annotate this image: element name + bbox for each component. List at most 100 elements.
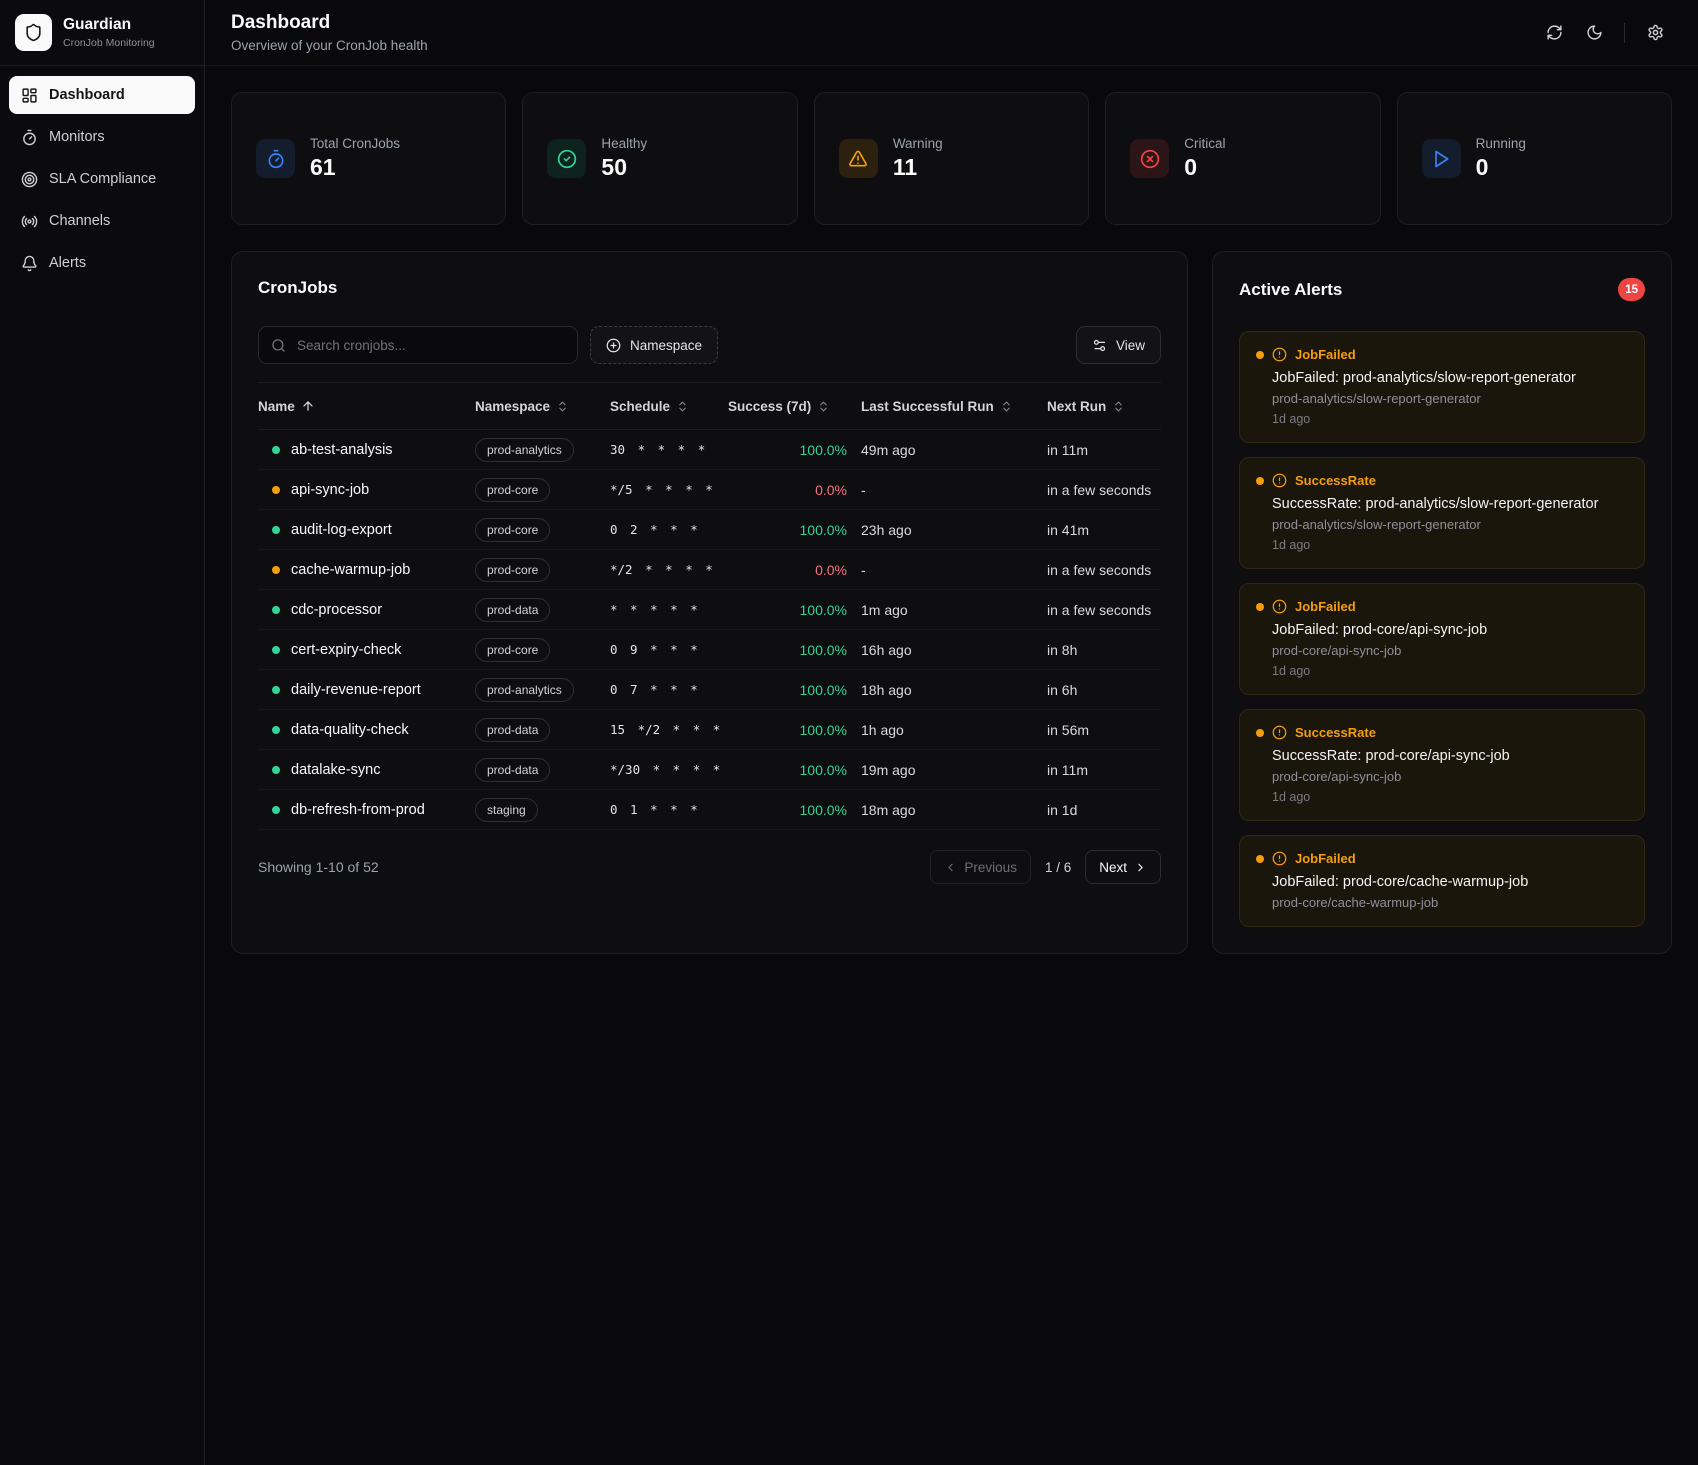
alert-type-label: JobFailed bbox=[1295, 347, 1356, 362]
last-successful-run-value: 23h ago bbox=[861, 522, 1047, 538]
last-successful-run-value: 18h ago bbox=[861, 682, 1047, 698]
alert-title: JobFailed: prod-core/api-sync-job bbox=[1272, 622, 1628, 638]
next-run-value: in a few seconds bbox=[1047, 602, 1161, 618]
table-row-cdc-processor[interactable]: cdc-processor prod-data * * * * * 100.0%… bbox=[258, 590, 1161, 630]
status-dot bbox=[272, 446, 280, 454]
column-header-name[interactable]: Name bbox=[258, 399, 475, 414]
table-row-ab-test-analysis[interactable]: ab-test-analysis prod-analytics 30 * * *… bbox=[258, 430, 1161, 470]
sidebar-item-alerts[interactable]: Alerts bbox=[9, 244, 195, 282]
last-successful-run-value: - bbox=[861, 482, 1047, 498]
sliders-icon bbox=[1092, 338, 1107, 353]
next-run-value: in 6h bbox=[1047, 682, 1161, 698]
chevron-left-icon bbox=[944, 861, 957, 874]
table-row-datalake-sync[interactable]: datalake-sync prod-data */30 * * * * 100… bbox=[258, 750, 1161, 790]
search-input[interactable] bbox=[295, 337, 565, 354]
active-alerts-panel: Active Alerts 15 JobFailed bbox=[1212, 251, 1672, 954]
schedule-value: 30 * * * * bbox=[610, 442, 728, 457]
app: Guardian CronJob Monitoring Dashboard bbox=[0, 0, 1698, 1465]
alert-card[interactable]: JobFailed JobFailed: prod-core/api-sync-… bbox=[1239, 583, 1645, 695]
stat-card-total-cronjobs: Total CronJobs 61 bbox=[231, 92, 506, 225]
alert-circle-icon bbox=[1272, 347, 1287, 362]
view-options-button[interactable]: View bbox=[1076, 326, 1161, 364]
alerts-title: Active Alerts bbox=[1239, 280, 1342, 300]
alert-card[interactable]: JobFailed JobFailed: prod-core/cache-war… bbox=[1239, 835, 1645, 927]
alert-title: SuccessRate: prod-analytics/slow-report-… bbox=[1272, 496, 1628, 512]
alert-status-dot bbox=[1256, 855, 1264, 863]
stat-label: Running bbox=[1476, 136, 1526, 151]
column-header-label: Next Run bbox=[1047, 399, 1106, 414]
column-header-label: Last Successful Run bbox=[861, 399, 994, 414]
timer-icon bbox=[266, 149, 286, 169]
content: Total CronJobs 61 bbox=[205, 66, 1698, 980]
sidebar-item-dashboard[interactable]: Dashboard bbox=[9, 76, 195, 114]
namespace-badge: prod-core bbox=[475, 518, 550, 542]
check-circle-icon bbox=[557, 149, 577, 169]
table-row-db-refresh-from-prod[interactable]: db-refresh-from-prod staging 0 1 * * * 1… bbox=[258, 790, 1161, 830]
alert-target: prod-core/api-sync-job bbox=[1272, 643, 1628, 658]
cronjob-name: cert-expiry-check bbox=[291, 642, 401, 658]
sidebar-item-label: Dashboard bbox=[49, 87, 125, 103]
last-successful-run-value: 49m ago bbox=[861, 442, 1047, 458]
stat-label: Healthy bbox=[601, 136, 647, 151]
success-rate-value: 100.0% bbox=[728, 522, 861, 538]
table-row-data-quality-check[interactable]: data-quality-check prod-data 15 */2 * * … bbox=[258, 710, 1161, 750]
schedule-value: * * * * * bbox=[610, 602, 728, 617]
success-rate-value: 100.0% bbox=[728, 682, 861, 698]
table-row-api-sync-job[interactable]: api-sync-job prod-core */5 * * * * 0.0% … bbox=[258, 470, 1161, 510]
cronjob-name: datalake-sync bbox=[291, 762, 380, 778]
table-row-daily-revenue-report[interactable]: daily-revenue-report prod-analytics 0 7 … bbox=[258, 670, 1161, 710]
table-row-cert-expiry-check[interactable]: cert-expiry-check prod-core 0 9 * * * 10… bbox=[258, 630, 1161, 670]
stats-row: Total CronJobs 61 bbox=[231, 92, 1672, 225]
alerts-header: Active Alerts 15 bbox=[1239, 278, 1645, 301]
cronjob-name: daily-revenue-report bbox=[291, 682, 421, 698]
alert-status-dot bbox=[1256, 477, 1264, 485]
alert-card[interactable]: SuccessRate SuccessRate: prod-analytics/… bbox=[1239, 457, 1645, 569]
brand-name: Guardian bbox=[63, 16, 155, 35]
gear-icon bbox=[1647, 24, 1664, 41]
last-successful-run-value: 18m ago bbox=[861, 802, 1047, 818]
table-header-row: Name Namespace bbox=[258, 383, 1161, 430]
schedule-value: 0 2 * * * bbox=[610, 522, 728, 537]
schedule-value: 0 9 * * * bbox=[610, 642, 728, 657]
settings-button[interactable] bbox=[1638, 16, 1672, 50]
alert-card[interactable]: JobFailed JobFailed: prod-analytics/slow… bbox=[1239, 331, 1645, 443]
alert-status-dot bbox=[1256, 729, 1264, 737]
sidebar-item-monitors[interactable]: Monitors bbox=[9, 118, 195, 156]
column-header-namespace[interactable]: Namespace bbox=[475, 399, 610, 414]
theme-toggle-button[interactable] bbox=[1577, 16, 1611, 50]
success-rate-value: 100.0% bbox=[728, 762, 861, 778]
sidebar-item-channels[interactable]: Channels bbox=[9, 202, 195, 240]
column-header-success-7d[interactable]: Success (7d) bbox=[728, 399, 861, 414]
previous-page-label: Previous bbox=[964, 860, 1017, 875]
status-dot bbox=[272, 646, 280, 654]
alert-card[interactable]: SuccessRate SuccessRate: prod-core/api-s… bbox=[1239, 709, 1645, 821]
namespace-filter-label: Namespace bbox=[630, 338, 702, 353]
table-row-cache-warmup-job[interactable]: cache-warmup-job prod-core */2 * * * * 0… bbox=[258, 550, 1161, 590]
column-header-last-successful-run[interactable]: Last Successful Run bbox=[861, 399, 1047, 414]
stat-card-running: Running 0 bbox=[1397, 92, 1672, 225]
status-dot bbox=[272, 526, 280, 534]
namespace-filter-button[interactable]: Namespace bbox=[590, 326, 718, 364]
sidebar-item-label: SLA Compliance bbox=[49, 171, 156, 187]
sort-chevrons-icon bbox=[676, 400, 689, 413]
alert-target: prod-core/api-sync-job bbox=[1272, 769, 1628, 784]
timer-icon bbox=[21, 129, 38, 146]
cronjobs-panel: CronJobs Namespace bbox=[231, 251, 1188, 954]
schedule-value: 0 1 * * * bbox=[610, 802, 728, 817]
last-successful-run-value: 1h ago bbox=[861, 722, 1047, 738]
success-rate-value: 100.0% bbox=[728, 642, 861, 658]
next-page-label: Next bbox=[1099, 860, 1127, 875]
column-header-schedule[interactable]: Schedule bbox=[610, 399, 728, 414]
alert-type-label: JobFailed bbox=[1295, 599, 1356, 614]
alert-type-label: SuccessRate bbox=[1295, 473, 1376, 488]
next-page-button[interactable]: Next bbox=[1085, 850, 1161, 884]
plus-circle-icon bbox=[606, 338, 621, 353]
alert-title: JobFailed: prod-analytics/slow-report-ge… bbox=[1272, 370, 1628, 386]
previous-page-button[interactable]: Previous bbox=[930, 850, 1031, 884]
column-header-next-run[interactable]: Next Run bbox=[1047, 399, 1161, 414]
refresh-button[interactable] bbox=[1537, 16, 1571, 50]
sidebar-item-sla-compliance[interactable]: SLA Compliance bbox=[9, 160, 195, 198]
table-row-audit-log-export[interactable]: audit-log-export prod-core 0 2 * * * 100… bbox=[258, 510, 1161, 550]
success-rate-value: 100.0% bbox=[728, 802, 861, 818]
broadcast-icon bbox=[21, 213, 38, 230]
